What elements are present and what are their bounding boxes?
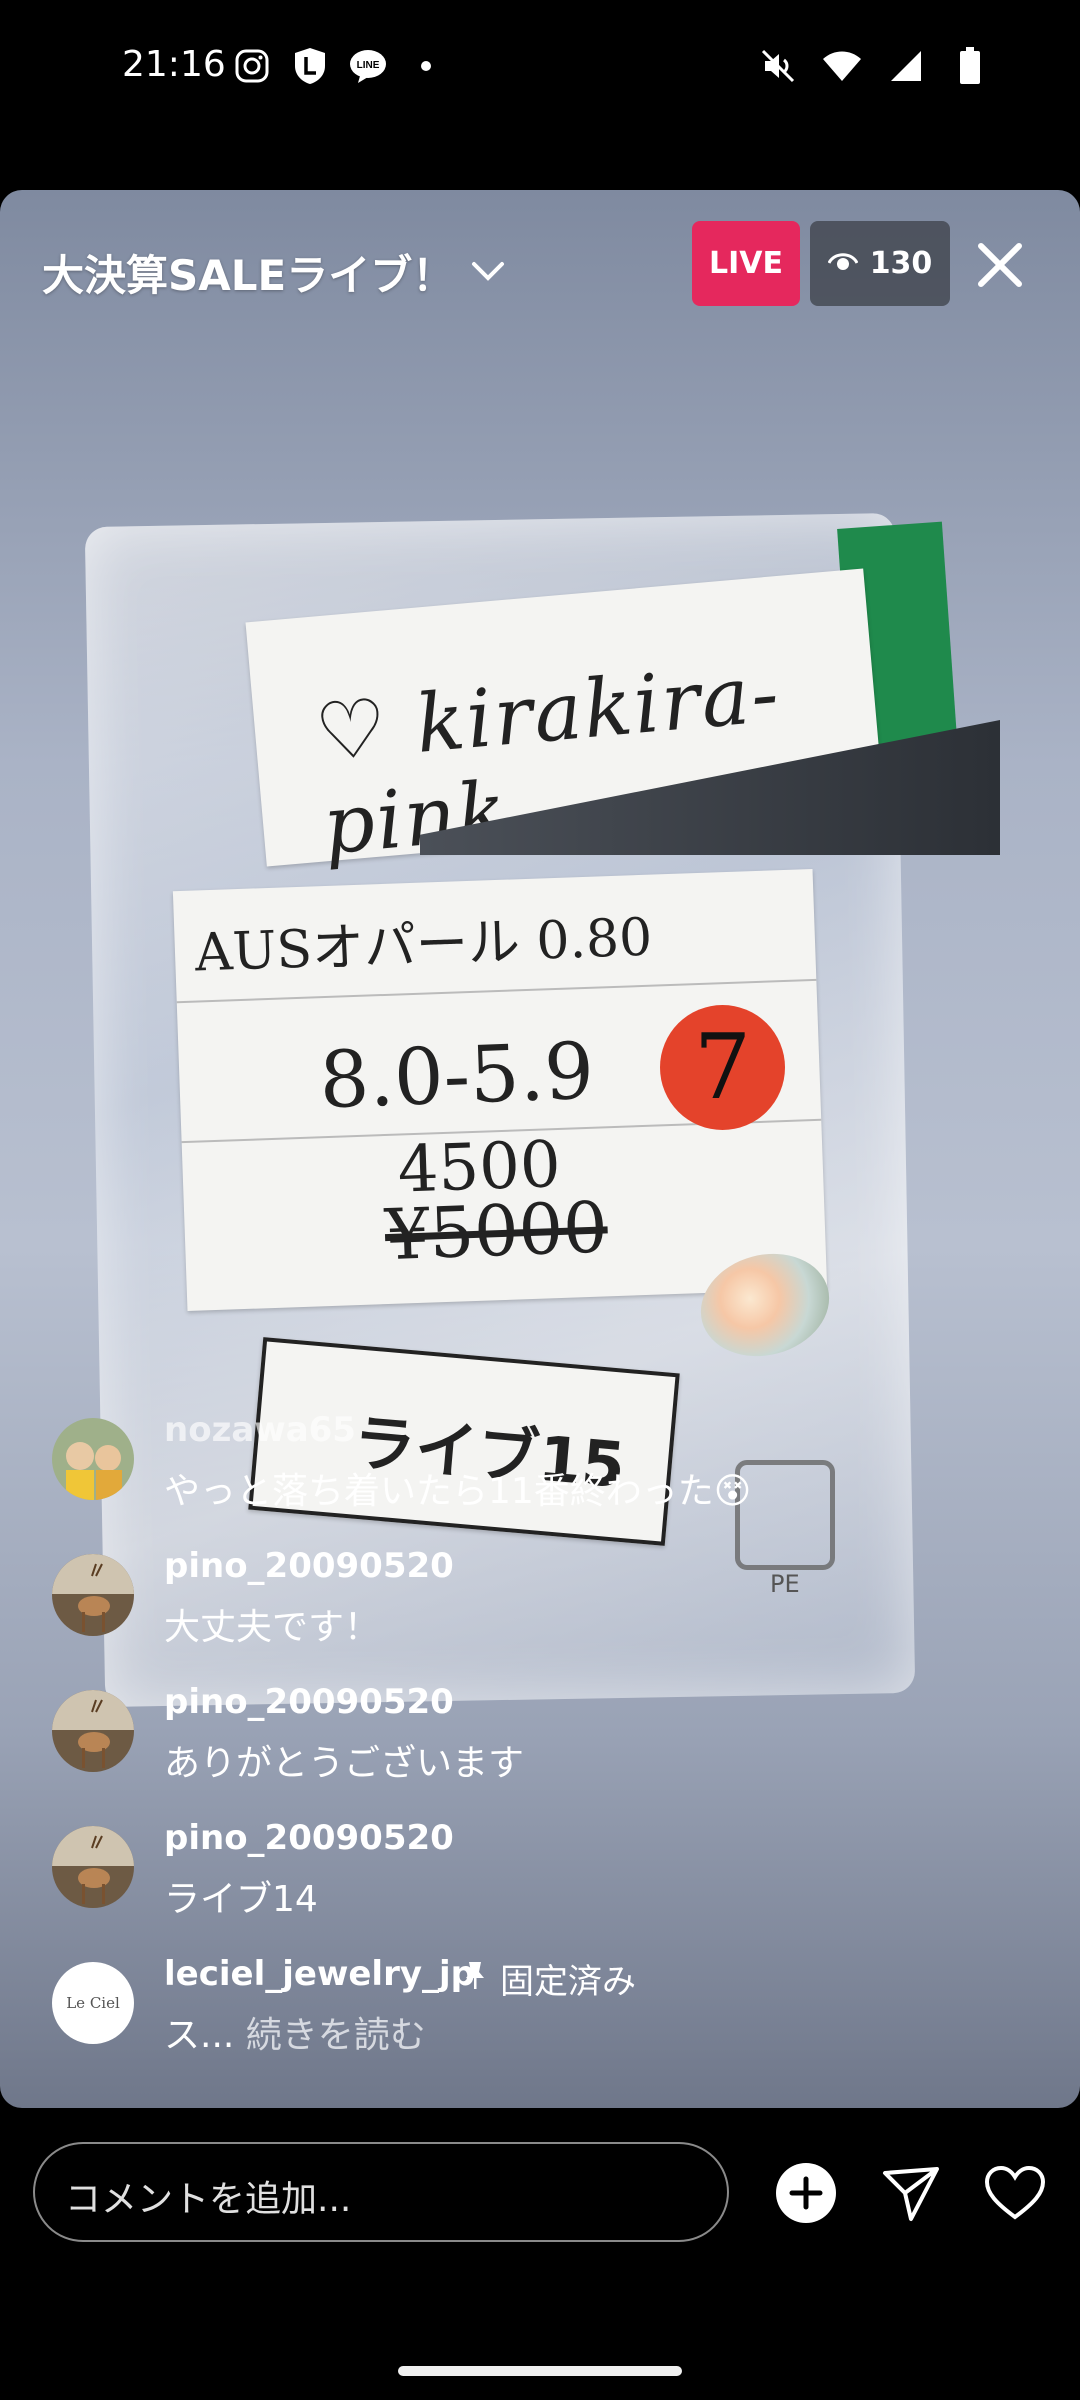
comment-username[interactable]: pino_20090520 — [164, 1818, 454, 1858]
stone-info: AUSオパール 0.80 — [194, 907, 654, 984]
avatar-logo-text: Le Ciel — [66, 1994, 120, 2012]
live-title-row[interactable]: 大決算SALEライブ！ — [42, 242, 508, 303]
close-icon — [978, 243, 1022, 287]
eye-icon — [827, 246, 859, 281]
comment-username[interactable]: leciel_jewelry_jp — [164, 1954, 475, 1994]
pin-icon — [462, 1959, 488, 1999]
comment-text: 大丈夫です！ — [164, 1607, 381, 1648]
pinned-label: 固定済み — [462, 1954, 636, 2003]
avatar[interactable]: Le Ciel — [52, 1962, 134, 2044]
comment-item[interactable]: pino_20090520 ライブ14 — [52, 1818, 1032, 1928]
comment-text: やっと落ち着いたら11番終わった😵 — [164, 1471, 752, 1512]
avatar[interactable] — [52, 1690, 134, 1772]
avatar[interactable] — [52, 1826, 134, 1908]
add-circle-icon[interactable] — [773, 2160, 839, 2226]
comment-text: ス... 続きを読む — [164, 2006, 426, 2058]
pinned-text: 固定済み — [500, 1962, 636, 2002]
number-sticker: 7 — [660, 1005, 785, 1130]
instagram-icon — [232, 46, 272, 86]
battery-icon — [950, 46, 990, 86]
dot-icon — [406, 46, 446, 86]
viewer-count-badge[interactable]: 130 — [810, 221, 950, 306]
comment-input-placeholder[interactable]: コメントを追加... — [65, 2170, 351, 2222]
status-time: 21:16 — [122, 44, 226, 85]
viewer-count: 130 — [869, 246, 933, 281]
mute-icon — [758, 46, 798, 86]
comment-item[interactable]: nozawa65 やっと落ち着いたら11番終わった😵 — [52, 1410, 1032, 1520]
home-indicator[interactable] — [398, 2366, 682, 2376]
read-more-link[interactable]: 続きを読む — [246, 2015, 426, 2056]
svg-text:LINE: LINE — [357, 60, 380, 71]
shield-l-icon — [290, 46, 330, 86]
chevron-down-icon[interactable] — [468, 256, 508, 290]
comment-item[interactable]: pino_20090520 大丈夫です！ — [52, 1546, 1032, 1656]
comment-username[interactable]: pino_20090520 — [164, 1546, 454, 1586]
pinned-comment[interactable]: Le Ciel leciel_jewelry_jp 固定済み ス... 続きを読… — [52, 1954, 1032, 2064]
comment-input[interactable]: コメントを追加... — [33, 2142, 729, 2242]
comment-item[interactable]: pino_20090520 ありがとうございます — [52, 1682, 1032, 1792]
comment-text: ライブ14 — [164, 1879, 318, 1920]
old-price: ¥5000 — [383, 1186, 609, 1277]
live-badge: LIVE — [692, 221, 800, 306]
wifi-icon — [822, 46, 862, 86]
status-bar: 21:16 LINE — [0, 0, 1080, 135]
close-button[interactable] — [970, 235, 1030, 295]
avatar[interactable] — [52, 1418, 134, 1500]
signal-icon — [886, 46, 926, 86]
live-title[interactable]: 大決算SALEライブ！ — [42, 242, 454, 303]
line-icon: LINE — [348, 46, 388, 86]
pinned-preview: ス... — [164, 2015, 235, 2056]
avatar[interactable] — [52, 1554, 134, 1636]
heart-icon[interactable] — [982, 2160, 1048, 2226]
comment-username[interactable]: nozawa65 — [164, 1410, 356, 1450]
comment-username[interactable]: pino_20090520 — [164, 1682, 454, 1722]
stone-size: 8.0-5.9 — [318, 1026, 596, 1127]
send-icon[interactable] — [878, 2160, 944, 2226]
comment-text: ありがとうございます — [164, 1743, 525, 1784]
